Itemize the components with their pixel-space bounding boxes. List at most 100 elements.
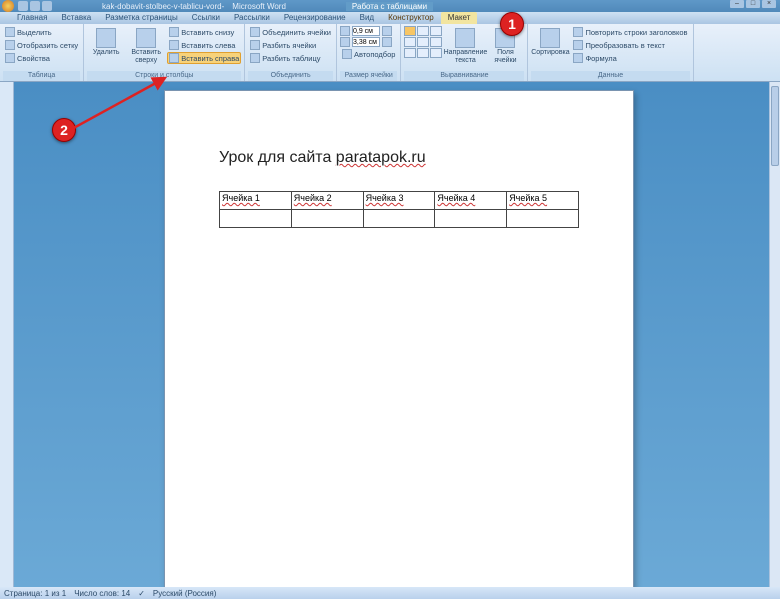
table-cell[interactable]: Ячейка 1 (220, 192, 292, 210)
proofing-icon[interactable]: ✓ (138, 589, 145, 598)
close-button[interactable]: × (762, 0, 776, 8)
vertical-scrollbar[interactable] (769, 82, 780, 587)
insert-left-icon (169, 40, 179, 50)
distribute-cols-icon[interactable] (382, 37, 392, 47)
align-bc[interactable] (417, 48, 429, 58)
merge-cells-button[interactable]: Объединить ячейки (248, 26, 333, 38)
redo-icon[interactable] (42, 1, 52, 11)
status-page[interactable]: Страница: 1 из 1 (4, 589, 66, 598)
height-icon (340, 26, 350, 36)
select-button[interactable]: Выделить (3, 26, 80, 38)
text-direction-button[interactable]: Направление текста (446, 26, 484, 71)
properties-button[interactable]: Свойства (3, 52, 80, 64)
group-merge: Объединить ячейки Разбить ячейки Разбить… (245, 24, 337, 81)
align-tr[interactable] (430, 26, 442, 36)
table-row[interactable] (220, 210, 579, 228)
insert-below-icon (169, 27, 179, 37)
split-icon (250, 40, 260, 50)
insert-above-icon (136, 28, 156, 48)
tab-home[interactable]: Главная (10, 12, 54, 24)
table-cell[interactable] (363, 210, 435, 228)
table-cell[interactable]: Ячейка 2 (291, 192, 363, 210)
align-br[interactable] (430, 48, 442, 58)
formula-icon (573, 53, 583, 63)
minimize-button[interactable]: – (730, 0, 744, 8)
table-cell[interactable] (291, 210, 363, 228)
col-width-input[interactable] (352, 37, 380, 47)
office-button[interactable] (2, 0, 14, 12)
text-direction-icon (455, 28, 475, 48)
autofit-icon (342, 49, 352, 59)
formula-button[interactable]: Формула (571, 52, 689, 64)
quick-access-toolbar (18, 1, 52, 11)
gridlines-button[interactable]: Отобразить сетку (3, 39, 80, 51)
convert-to-text-button[interactable]: Преобразовать в текст (571, 39, 689, 51)
group-title-size: Размер ячейки (340, 71, 397, 81)
table-cell[interactable]: Ячейка 3 (363, 192, 435, 210)
split-cells-button[interactable]: Разбить ячейки (248, 39, 333, 51)
annotation-callout-2: 2 (52, 118, 76, 142)
document-table[interactable]: Ячейка 1 Ячейка 2 Ячейка 3 Ячейка 4 Ячей… (219, 191, 579, 228)
insert-above-button[interactable]: Вставить сверху (127, 26, 165, 71)
group-title-merge: Объединить (248, 71, 333, 81)
maximize-button[interactable]: □ (746, 0, 760, 8)
sort-button[interactable]: Сортировка (531, 26, 569, 71)
table-cell[interactable]: Ячейка 5 (507, 192, 579, 210)
insert-right-button[interactable]: Вставить справа (167, 52, 241, 64)
status-language[interactable]: Русский (Россия) (153, 589, 216, 598)
group-cell-size: Автоподбор Размер ячейки (337, 24, 401, 81)
annotation-callout-1: 1 (500, 12, 524, 36)
tab-insert[interactable]: Вставка (54, 12, 98, 24)
table-cell[interactable] (435, 210, 507, 228)
align-mr[interactable] (430, 37, 442, 47)
table-cell[interactable] (220, 210, 292, 228)
tab-view[interactable]: Вид (353, 12, 381, 24)
tab-design[interactable]: Конструктор (381, 12, 441, 24)
autofit-button[interactable]: Автоподбор (340, 48, 397, 60)
align-ml[interactable] (404, 37, 416, 47)
tab-page-layout[interactable]: Разметка страницы (98, 12, 185, 24)
scroll-thumb[interactable] (771, 86, 779, 166)
status-words[interactable]: Число слов: 14 (74, 589, 130, 598)
group-rows-cols: Удалить Вставить сверху Вставить снизу В… (84, 24, 245, 81)
app-name: Microsoft Word (232, 2, 286, 11)
group-title-align: Выравнивание (404, 71, 524, 81)
document-heading[interactable]: Урок для сайта paratapok.ru (219, 149, 579, 167)
totext-icon (573, 40, 583, 50)
repeat-headers-button[interactable]: Повторить строки заголовков (571, 26, 689, 38)
align-bl[interactable] (404, 48, 416, 58)
undo-icon[interactable] (30, 1, 40, 11)
align-tc[interactable] (417, 26, 429, 36)
heading-link: paratapok.ru (336, 149, 426, 166)
group-table: Выделить Отобразить сетку Свойства Табли… (0, 24, 84, 81)
split-table-button[interactable]: Разбить таблицу (248, 52, 333, 64)
tab-review[interactable]: Рецензирование (277, 12, 353, 24)
table-tools-label: Работа с таблицами (346, 2, 433, 11)
tab-mailings[interactable]: Рассылки (227, 12, 277, 24)
row-height-input[interactable] (352, 26, 380, 36)
insert-left-button[interactable]: Вставить слева (167, 39, 241, 51)
page[interactable]: Урок для сайта paratapok.ru Ячейка 1 Яче… (164, 90, 634, 587)
table-cell[interactable]: Ячейка 4 (435, 192, 507, 210)
insert-right-icon (169, 53, 179, 63)
document-title: kak-dobavit-stolbec-v-tablicu-vord (102, 2, 222, 11)
tab-layout[interactable]: Макет (441, 12, 478, 24)
delete-icon (96, 28, 116, 48)
group-title-table: Таблица (3, 71, 80, 81)
props-icon (5, 53, 15, 63)
delete-button[interactable]: Удалить (87, 26, 125, 71)
sort-icon (540, 28, 560, 48)
tab-references[interactable]: Ссылки (185, 12, 227, 24)
group-title-data: Данные (531, 71, 689, 81)
align-tl[interactable] (404, 26, 416, 36)
status-bar: Страница: 1 из 1 Число слов: 14 ✓ Русски… (0, 587, 780, 599)
width-icon (340, 37, 350, 47)
grid-icon (5, 40, 15, 50)
table-row[interactable]: Ячейка 1 Ячейка 2 Ячейка 3 Ячейка 4 Ячей… (220, 192, 579, 210)
save-icon[interactable] (18, 1, 28, 11)
distribute-rows-icon[interactable] (382, 26, 392, 36)
align-mc[interactable] (417, 37, 429, 47)
table-cell[interactable] (507, 210, 579, 228)
merge-icon (250, 27, 260, 37)
insert-below-button[interactable]: Вставить снизу (167, 26, 241, 38)
